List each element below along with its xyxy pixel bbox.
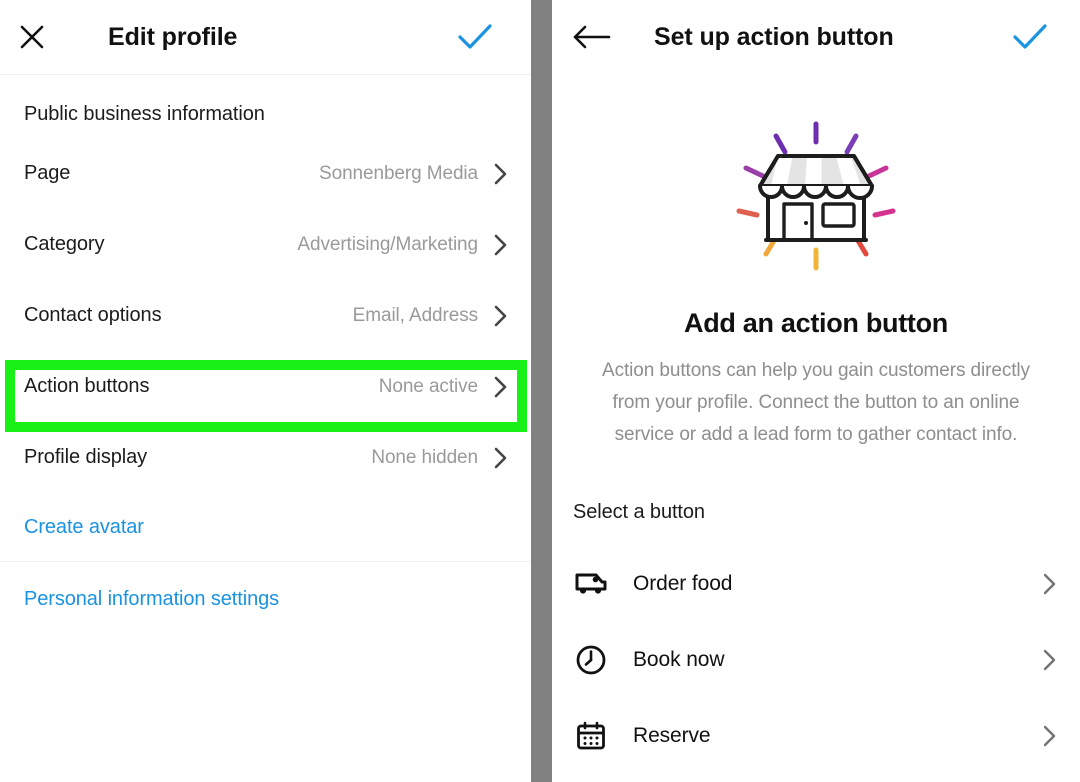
edit-profile-header: Edit profile: [0, 0, 531, 74]
hero-title: Add an action button: [684, 308, 948, 338]
row-category[interactable]: Category Advertising/Marketing: [0, 209, 531, 280]
row-label: Profile display: [24, 446, 148, 468]
row-value-group: Email, Address: [353, 305, 507, 327]
panel-divider: [531, 0, 552, 782]
check-icon[interactable]: [455, 22, 495, 52]
row-contact-options[interactable]: Contact options Email, Address: [0, 280, 531, 351]
page-title: Set up action button: [654, 22, 894, 51]
row-label: Page: [24, 162, 71, 184]
delivery-truck-icon: [573, 566, 609, 602]
action-button-header: Set up action button: [552, 0, 1080, 74]
option-label: Book now: [633, 648, 725, 671]
row-label: Action buttons: [24, 375, 150, 397]
chevron-right-icon: [1043, 649, 1056, 671]
app-screen: Edit profile Public business information…: [0, 0, 1080, 782]
row-value-group: Sonnenberg Media: [319, 163, 507, 185]
row-profile-display[interactable]: Profile display None hidden: [0, 422, 531, 493]
option-label: Reserve: [633, 724, 711, 747]
row-value-group: None active: [379, 376, 507, 398]
row-value: Email, Address: [352, 304, 478, 326]
row-value-group: None hidden: [371, 447, 507, 469]
edit-profile-panel: Edit profile Public business information…: [0, 0, 531, 782]
chevron-right-icon: [494, 234, 507, 255]
link-label: Personal information settings: [24, 587, 280, 610]
row-value: None hidden: [371, 446, 478, 468]
row-value: Advertising/Marketing: [297, 233, 478, 255]
page-title: Edit profile: [108, 22, 238, 51]
link-label: Create avatar: [24, 515, 144, 538]
chevron-right-icon: [1043, 573, 1056, 595]
row-page[interactable]: Page Sonnenberg Media: [0, 138, 531, 209]
option-row-book-now[interactable]: Book now: [552, 622, 1080, 698]
chevron-right-icon: [494, 163, 507, 184]
storefront-icon: [736, 121, 896, 271]
create-avatar-link[interactable]: Create avatar: [0, 493, 531, 561]
chevron-right-icon: [1043, 725, 1056, 747]
option-label: Order food: [633, 572, 733, 595]
row-label: Contact options: [24, 304, 162, 326]
row-value-group: Advertising/Marketing: [297, 234, 507, 256]
row-value: Sonnenberg Media: [319, 162, 478, 184]
row-value: None active: [378, 375, 478, 397]
chevron-right-icon: [494, 447, 507, 468]
select-a-button-label: Select a button: [573, 501, 705, 523]
row-action-buttons[interactable]: Action buttons None active: [0, 351, 531, 422]
personal-information-settings-link[interactable]: Personal information settings: [0, 562, 531, 636]
chevron-right-icon: [494, 376, 507, 397]
clock-icon: [573, 642, 609, 678]
hero-description: Action buttons can help you gain custome…: [602, 360, 1030, 445]
section-label-public-business-information: Public business information: [24, 103, 265, 125]
option-row-order-food[interactable]: Order food: [552, 546, 1080, 622]
check-icon[interactable]: [1010, 22, 1050, 52]
calendar-icon: [573, 718, 609, 754]
storefront-illustration: [552, 116, 1080, 286]
chevron-right-icon: [494, 305, 507, 326]
option-row-reserve[interactable]: Reserve: [552, 698, 1080, 774]
set-up-action-button-panel: Set up action button Add an action butto…: [552, 0, 1080, 782]
row-label: Category: [24, 233, 105, 255]
